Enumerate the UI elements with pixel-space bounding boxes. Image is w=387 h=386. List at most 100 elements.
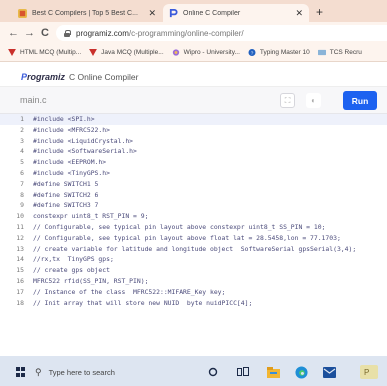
line-number: 11 <box>16 222 24 231</box>
code-text: constexpr uint8_t RST_PIN = 9; <box>33 212 149 221</box>
code-text: #include <TinyGPS.h> <box>33 168 110 177</box>
code-text: #include <EEPROM.h> <box>33 158 107 167</box>
windows-start-icon[interactable] <box>16 367 26 377</box>
bookmark-html-mcq[interactable]: HTML MCQ (Multip... <box>8 49 81 56</box>
code-line[interactable]: 14 //rx,tx TinyGPS gps; <box>0 254 387 265</box>
line-number: 7 <box>20 179 24 188</box>
typing-master-bookmark-icon: ? <box>248 49 256 56</box>
editor-toolbar: main.c ⛶ ◐ Run <box>0 86 387 114</box>
code-line[interactable]: 6 #include <TinyGPS.h> <box>0 168 387 179</box>
code-line[interactable]: 3 #include <LiquidCrystal.h> <box>0 136 387 147</box>
code-line[interactable]: 13 // create variable for latitude and lo… <box>0 244 387 255</box>
line-number: 18 <box>16 298 24 307</box>
line-number: 3 <box>20 136 24 145</box>
new-tab-button[interactable]: + <box>316 5 323 19</box>
code-text: // Init array that will store new NUID b… <box>33 298 253 307</box>
line-number: 14 <box>16 255 24 264</box>
bookmarks-bar: HTML MCQ (Multip... Java MCQ (Multiple..… <box>0 44 387 62</box>
reload-icon[interactable]: C <box>41 26 49 40</box>
line-number: 2 <box>20 125 24 134</box>
line-number: 16 <box>16 276 24 285</box>
code-text: #include <SPI.h> <box>33 115 95 123</box>
bookmark-wipro[interactable]: Wipro - University... <box>172 49 240 56</box>
code-line[interactable]: 8 #define SWITCH2 6 <box>0 190 387 201</box>
programiz-favicon-icon <box>169 8 178 17</box>
taskbar-search-box[interactable]: ⚲ Type here to search <box>35 364 175 380</box>
code-text: #define SWITCH2 6 <box>33 190 99 199</box>
line-number: 8 <box>20 190 24 199</box>
wipro-bookmark-icon <box>172 49 179 56</box>
run-button[interactable]: Run <box>343 91 377 110</box>
back-arrow-icon[interactable]: ← <box>8 26 19 40</box>
line-number: 6 <box>20 168 24 177</box>
code-text: #define SWITCH3 7 <box>33 201 99 210</box>
url-field[interactable]: programiz.com/c-programming/online-compi… <box>56 25 387 41</box>
bookmark-java-mcq[interactable]: Java MCQ (Multiple... <box>89 49 164 56</box>
svg-text:?: ? <box>251 50 254 56</box>
tab-title: Best C Compilers | Top 5 Best C... <box>32 9 138 17</box>
line-number: 13 <box>16 244 24 253</box>
url-host: programiz.com <box>76 28 129 38</box>
code-text: //rx,tx TinyGPS gps; <box>33 255 114 264</box>
address-bar-row: ← → C programiz.com/c-programming/online… <box>0 22 387 44</box>
search-circle-icon[interactable] <box>206 365 220 379</box>
line-number: 12 <box>16 233 24 242</box>
edge-icon[interactable] <box>294 365 308 379</box>
code-line[interactable]: 2 #include <MFRC522.h> <box>0 125 387 136</box>
code-line[interactable]: 17 // Instance of the class MFRC522::MIFA… <box>0 287 387 298</box>
code-line[interactable]: 16 MFRC522 rfid(SS_PIN, RST_PIN); <box>0 276 387 287</box>
forward-arrow-icon[interactable]: → <box>24 26 35 40</box>
red-triangle-bookmark-icon <box>8 49 16 56</box>
page-title: C Online Compiler <box>69 72 139 82</box>
red-triangle-bookmark-icon <box>89 49 98 56</box>
line-number: 4 <box>20 147 24 156</box>
code-line[interactable]: 5 #include <EEPROM.h> <box>0 157 387 168</box>
lock-icon <box>64 29 71 37</box>
code-line[interactable]: 12 // Configurable, see typical pin layou… <box>0 233 387 244</box>
code-line[interactable]: 1 #include <SPI.h> <box>0 114 387 125</box>
code-text: #include <LiquidCrystal.h> <box>33 136 134 145</box>
line-number: 5 <box>20 158 24 167</box>
url-path: /c-programming/online-compiler/ <box>128 28 244 38</box>
file-name-tab[interactable]: main.c <box>20 95 47 105</box>
close-icon[interactable]: ✕ <box>295 8 303 19</box>
line-number: 15 <box>16 266 24 275</box>
tab-best-c-compilers[interactable]: Best C Compilers | Top 5 Best C... ✕ <box>12 4 162 22</box>
tab-online-c-compiler[interactable]: Online C Compiler ✕ <box>163 4 309 22</box>
code-text: #include <SoftwareSerial.h> <box>33 147 137 156</box>
search-icon: ⚲ <box>35 366 42 377</box>
bookmark-tcs[interactable]: TCS Recru <box>317 49 362 56</box>
code-line[interactable]: 9 #define SWITCH3 7 <box>0 200 387 211</box>
code-text: // create variable for latitude and long… <box>33 244 357 253</box>
line-number: 1 <box>20 115 24 123</box>
compiler-page: Programiz C Online Compiler main.c ⛶ ◐ R… <box>0 62 387 356</box>
code-editor[interactable]: 1 #include <SPI.h> 2 #include <MFRC522.h> 3 #… <box>0 114 387 356</box>
code-line[interactable]: 7 #define SWITCH1 5 <box>0 179 387 190</box>
windows-taskbar: ⚲ Type here to search P <box>0 356 387 386</box>
code-line[interactable]: 15 // create gps object <box>0 265 387 276</box>
code-line[interactable]: 4 #include <SoftwareSerial.h> <box>0 146 387 157</box>
fullscreen-icon[interactable]: ⛶ <box>280 93 295 108</box>
bookmark-typing-master[interactable]: ? Typing Master 10 <box>248 49 310 56</box>
tcs-bookmark-icon <box>317 49 326 56</box>
code-text: #include <MFRC522.h> <box>33 125 110 134</box>
code-text: // Configurable, see typical pin layout … <box>33 233 341 242</box>
close-icon[interactable]: ✕ <box>148 8 156 19</box>
search-placeholder: Type here to search <box>48 367 115 377</box>
line-number: 10 <box>16 212 24 221</box>
code-text: MFRC522 rfid(SS_PIN, RST_PIN); <box>33 276 149 285</box>
favicon-icon <box>18 8 27 18</box>
line-number: 17 <box>16 287 24 296</box>
task-view-icon[interactable] <box>236 365 250 379</box>
mail-icon[interactable] <box>322 365 336 379</box>
code-line[interactable]: 18 // Init array that will store new NUID… <box>0 298 387 309</box>
theme-toggle-icon[interactable]: ◐ <box>306 93 321 108</box>
svg-text:P: P <box>364 368 369 377</box>
file-explorer-icon[interactable] <box>266 365 280 379</box>
app-taskbar-icon[interactable]: P <box>358 365 380 379</box>
code-text: // Instance of the class MFRC522::MIFARE… <box>33 287 226 296</box>
code-line[interactable]: 11 // Configurable, see typical pin layou… <box>0 222 387 233</box>
code-line[interactable]: 10 constexpr uint8_t RST_PIN = 9; <box>0 211 387 222</box>
programiz-logo[interactable]: Programiz C Online Compiler <box>21 72 138 82</box>
tab-title: Online C Compiler <box>183 9 241 17</box>
